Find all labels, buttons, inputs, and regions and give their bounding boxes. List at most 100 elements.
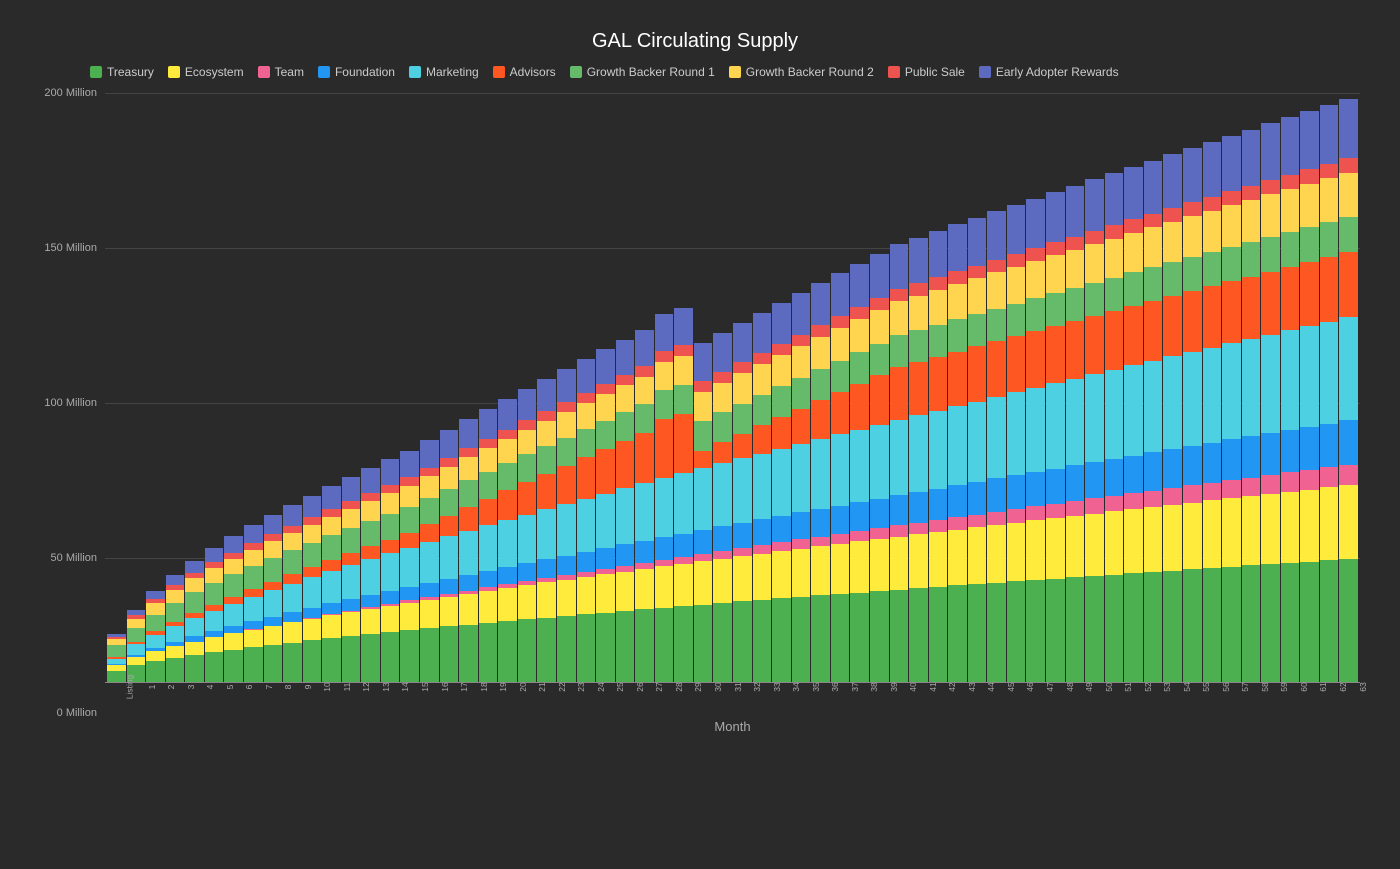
bar-segment [616,572,635,611]
bar-group [577,93,596,683]
bar-segment [1242,277,1261,339]
bar-segment [400,486,419,507]
bar-segment [635,609,654,683]
bar-segment [1261,335,1280,434]
bar-segment [850,502,869,531]
bar-segment [1261,123,1280,180]
bar-segment [244,597,263,622]
bar-segment [303,567,322,577]
bar-segment [1046,242,1065,255]
bar-group [772,93,791,683]
bar-segment [1320,560,1339,683]
bar-segment [1339,420,1358,464]
bar-segment [518,563,537,581]
legend-item: Treasury [90,65,154,79]
bar-segment [557,466,576,504]
bar-segment [400,533,419,548]
bar-segment [929,325,948,357]
bar-group [557,93,576,683]
bar-segment [1105,311,1124,370]
bar-segment [1203,500,1222,568]
bar-segment [440,467,459,489]
bar-segment [1007,392,1026,475]
bar-segment [420,468,439,477]
bar-segment [264,617,283,626]
bar-segment [890,289,909,301]
bar-segment [1066,321,1085,379]
bar-segment [1026,506,1045,520]
bar-segment [1124,456,1143,494]
bar-segment [537,618,556,683]
bar-segment [459,594,478,625]
bar-segment [1203,483,1222,501]
bar-segment [1163,154,1182,208]
bar-segment [537,509,556,559]
bar-segment [283,526,302,533]
bar-segment [1281,330,1300,430]
bar-segment [1320,222,1339,257]
bar-segment [1320,164,1339,179]
bar-segment [1242,242,1261,277]
bar-segment [537,559,556,578]
bar-segment [264,582,283,591]
bar-segment [1300,326,1319,427]
bar-segment [518,389,537,421]
legend-color [258,66,270,78]
bar-segment [694,530,713,554]
bar-segment [557,369,576,402]
bar-segment [224,626,243,633]
bar-segment [909,523,928,535]
legend-color [888,66,900,78]
bar-segment [361,559,380,595]
bar-segment [616,544,635,565]
bar-segment [1339,252,1358,317]
bar-segment [909,238,928,284]
bar-segment [831,273,850,316]
bar-segment [1300,470,1319,490]
bar-segment [185,642,204,655]
bar-segment [342,565,361,599]
legend-label: Early Adopter Rewards [996,65,1119,79]
bar-segment [1261,194,1280,237]
bar-segment [1300,184,1319,227]
bar-segment [792,549,811,597]
legend-item: Advisors [493,65,556,79]
bar-segment [146,615,165,631]
bar-segment [655,419,674,478]
bar-segment [1085,283,1104,316]
bar-segment [1124,493,1143,509]
bar-segment [342,509,361,528]
bar-group [1242,93,1261,683]
bar-segment [1281,175,1300,189]
y-axis-label: 100 Million [44,397,97,409]
bar-segment [1066,186,1085,237]
bar-segment [1281,492,1300,563]
bar-segment [635,541,654,563]
bar-segment [1261,475,1280,494]
bar-segment [713,526,732,550]
bar-segment [909,534,928,588]
bar-segment [283,550,302,574]
bar-segment [1066,577,1085,683]
legend-label: Public Sale [905,65,965,79]
bar-segment [1222,439,1241,480]
bar-segment [1085,316,1104,374]
bar-segment [635,366,654,376]
bar-segment [811,325,830,337]
bar-group [1261,93,1280,683]
bar-segment [1163,296,1182,356]
bar-segment [1163,222,1182,262]
bar-segment [1144,267,1163,301]
bar-segment [537,411,556,421]
bar-segment [557,402,576,412]
bar-segment [733,548,752,556]
bar-segment [518,482,537,514]
chart-container: GAL Circulating Supply TreasuryEcosystem… [10,10,1390,859]
bar-segment [616,441,635,488]
bar-segment [1320,257,1339,321]
bar-segment [811,595,830,683]
bar-segment [303,608,322,618]
bar-segment [850,531,869,541]
bar-segment [1203,348,1222,443]
bar-segment [479,591,498,623]
